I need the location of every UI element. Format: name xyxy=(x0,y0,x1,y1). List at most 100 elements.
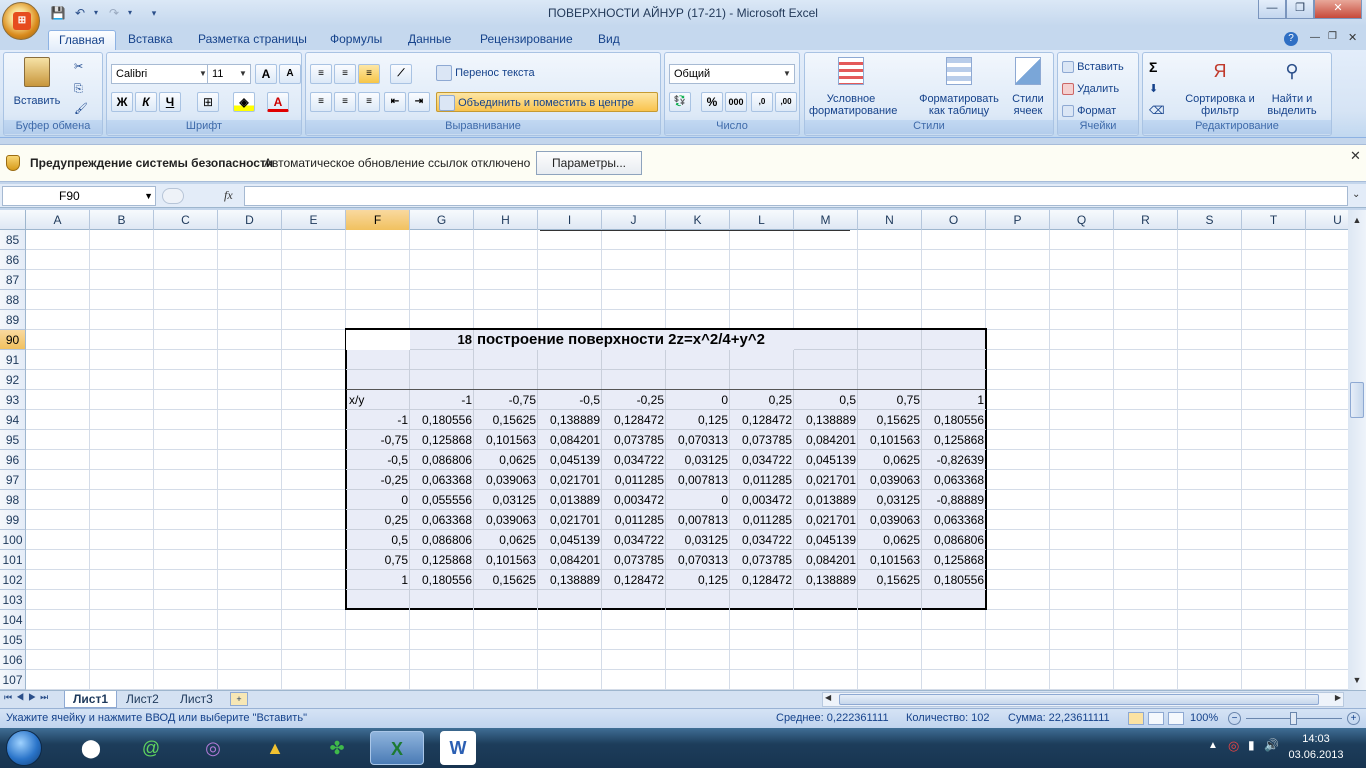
z-value-cell[interactable]: 0,011285 xyxy=(730,470,794,490)
undo-icon[interactable]: ↶ xyxy=(72,5,88,21)
format-cells-button[interactable]: Формат xyxy=(1062,101,1116,121)
z-value-cell[interactable]: 0,011285 xyxy=(602,510,666,530)
currency-icon[interactable]: 💱 xyxy=(669,92,691,112)
z-value-cell[interactable]: 0,084201 xyxy=(794,550,858,570)
z-value-cell[interactable]: 0,125868 xyxy=(410,550,474,570)
z-value-cell[interactable]: 0,125 xyxy=(666,570,730,590)
z-value-cell[interactable]: 0,021701 xyxy=(794,510,858,530)
italic-button[interactable]: К xyxy=(135,92,157,112)
tray-network-icon[interactable]: ▮ xyxy=(1248,738,1255,752)
number-format-combo[interactable]: Общий ▼ xyxy=(669,64,795,84)
increase-indent-icon[interactable]: ⇥ xyxy=(408,92,430,112)
merge-center-button[interactable]: Объединить и поместить в центре xyxy=(436,92,658,112)
insert-sheet-icon[interactable]: + xyxy=(230,692,248,706)
z-value-cell[interactable]: 0,039063 xyxy=(474,510,538,530)
scroll-down-icon[interactable]: ▼ xyxy=(1349,672,1365,688)
ribbon-restore-icon[interactable]: ❐ xyxy=(1328,31,1337,42)
align-top-icon[interactable]: ≡ xyxy=(310,64,332,84)
z-value-cell[interactable]: 0,063368 xyxy=(410,510,474,530)
z-value-cell[interactable]: 0,073785 xyxy=(602,430,666,450)
z-value-cell[interactable]: 0,086806 xyxy=(922,530,986,550)
cut-icon[interactable]: ✂ xyxy=(74,57,83,77)
format-painter-icon[interactable]: 🖌 xyxy=(74,99,88,119)
z-value-cell[interactable]: 0,0625 xyxy=(858,450,922,470)
font-size-combo[interactable]: 11 ▼ xyxy=(207,64,251,84)
column-header-o[interactable]: O xyxy=(922,210,986,230)
z-value-cell[interactable]: 0,011285 xyxy=(602,470,666,490)
z-value-cell[interactable]: 0,084201 xyxy=(794,430,858,450)
clear-icon[interactable]: ⌫ xyxy=(1149,101,1165,121)
tab-home[interactable]: Главная xyxy=(48,30,116,50)
z-value-cell[interactable]: 0,03125 xyxy=(666,530,730,550)
z-value-cell[interactable]: 0,063368 xyxy=(922,510,986,530)
z-value-cell[interactable]: 0,125 xyxy=(666,410,730,430)
z-value-cell[interactable]: 0,055556 xyxy=(410,490,474,510)
z-value-cell[interactable]: 0,073785 xyxy=(730,430,794,450)
formula-grip-icon[interactable] xyxy=(162,188,184,204)
z-value-cell[interactable]: 0,045139 xyxy=(538,450,602,470)
workbook-close-icon[interactable]: ✕ xyxy=(1348,31,1357,44)
cell-g90[interactable]: 18 xyxy=(410,330,474,350)
z-value-cell[interactable]: 0,180556 xyxy=(922,570,986,590)
undo-dropdown-icon[interactable]: ▾ xyxy=(88,5,104,21)
z-value-cell[interactable]: 0,180556 xyxy=(410,410,474,430)
row-header-97[interactable]: 97 xyxy=(0,470,26,490)
name-box[interactable]: F90 ▼ xyxy=(2,186,156,206)
fill-icon[interactable]: ⬇ xyxy=(1149,79,1158,99)
z-value-cell[interactable]: 0,003472 xyxy=(730,490,794,510)
z-value-cell[interactable]: 0,180556 xyxy=(922,410,986,430)
sheet-tab-1[interactable]: Лист1 xyxy=(64,691,118,708)
column-header-q[interactable]: Q xyxy=(1050,210,1114,230)
x-value-cell[interactable]: -1 xyxy=(410,390,474,410)
z-value-cell[interactable]: 0,125868 xyxy=(922,550,986,570)
ribbon-minimize-icon[interactable]: — xyxy=(1310,32,1320,43)
column-header-m[interactable]: M xyxy=(794,210,858,230)
y-value-cell[interactable]: 1 xyxy=(346,570,410,590)
z-value-cell[interactable]: 0,034722 xyxy=(602,450,666,470)
y-value-cell[interactable]: -1 xyxy=(346,410,410,430)
row-header-103[interactable]: 103 xyxy=(0,590,26,610)
y-value-cell[interactable]: -0,5 xyxy=(346,450,410,470)
y-value-cell[interactable]: 0,5 xyxy=(346,530,410,550)
z-value-cell[interactable]: 0,101563 xyxy=(474,430,538,450)
sort-filter-button[interactable]: Я Сортировка и фильтр xyxy=(1185,57,1255,117)
z-value-cell[interactable]: 0,007813 xyxy=(666,510,730,530)
z-value-cell[interactable]: 0,013889 xyxy=(538,490,602,510)
z-value-cell[interactable]: 0,003472 xyxy=(602,490,666,510)
worksheet-grid[interactable]: 18 построение поверхности 2z=x^2/4+y^2 x/y… xyxy=(26,230,1348,690)
copy-icon[interactable]: ⎘ xyxy=(74,79,83,99)
z-value-cell[interactable]: 0,034722 xyxy=(730,450,794,470)
align-right-icon[interactable]: ≡ xyxy=(358,92,380,112)
column-header-l[interactable]: L xyxy=(730,210,794,230)
z-value-cell[interactable]: 0,128472 xyxy=(730,410,794,430)
z-value-cell[interactable]: 0,039063 xyxy=(474,470,538,490)
sheet-nav-icon[interactable]: ⏮◀▶⏭ xyxy=(4,692,52,703)
z-value-cell[interactable]: 0,045139 xyxy=(794,450,858,470)
font-name-combo[interactable]: Calibri ▼ xyxy=(111,64,211,84)
z-value-cell[interactable]: 0,138889 xyxy=(794,410,858,430)
z-value-cell[interactable]: 0,15625 xyxy=(474,570,538,590)
z-value-cell[interactable]: 0,039063 xyxy=(858,510,922,530)
row-header-107[interactable]: 107 xyxy=(0,670,26,690)
redo-dropdown-icon[interactable]: ▾ xyxy=(122,5,138,21)
shrink-font-button[interactable]: A xyxy=(279,64,301,84)
taskbar-excel-icon[interactable]: X xyxy=(370,731,424,765)
z-value-cell[interactable]: 0,063368 xyxy=(922,470,986,490)
z-value-cell[interactable]: 0,101563 xyxy=(858,430,922,450)
z-value-cell[interactable]: 0,034722 xyxy=(602,530,666,550)
column-header-g[interactable]: G xyxy=(410,210,474,230)
close-security-icon[interactable]: ✕ xyxy=(1350,148,1361,164)
y-value-cell[interactable]: -0,25 xyxy=(346,470,410,490)
row-header-101[interactable]: 101 xyxy=(0,550,26,570)
column-header-s[interactable]: S xyxy=(1178,210,1242,230)
normal-view-icon[interactable] xyxy=(1128,712,1144,725)
conditional-formatting-button[interactable]: Условное форматирование xyxy=(809,57,897,117)
column-header-p[interactable]: P xyxy=(986,210,1050,230)
z-value-cell[interactable]: 0 xyxy=(666,490,730,510)
row-header-96[interactable]: 96 xyxy=(0,450,26,470)
x-value-cell[interactable]: 0,5 xyxy=(794,390,858,410)
tray-expand-icon[interactable]: ▲ xyxy=(1208,740,1218,751)
zoom-out-icon[interactable]: − xyxy=(1228,712,1241,725)
wrap-text-button[interactable]: Перенос текста xyxy=(436,63,535,83)
z-value-cell[interactable]: 0,073785 xyxy=(602,550,666,570)
